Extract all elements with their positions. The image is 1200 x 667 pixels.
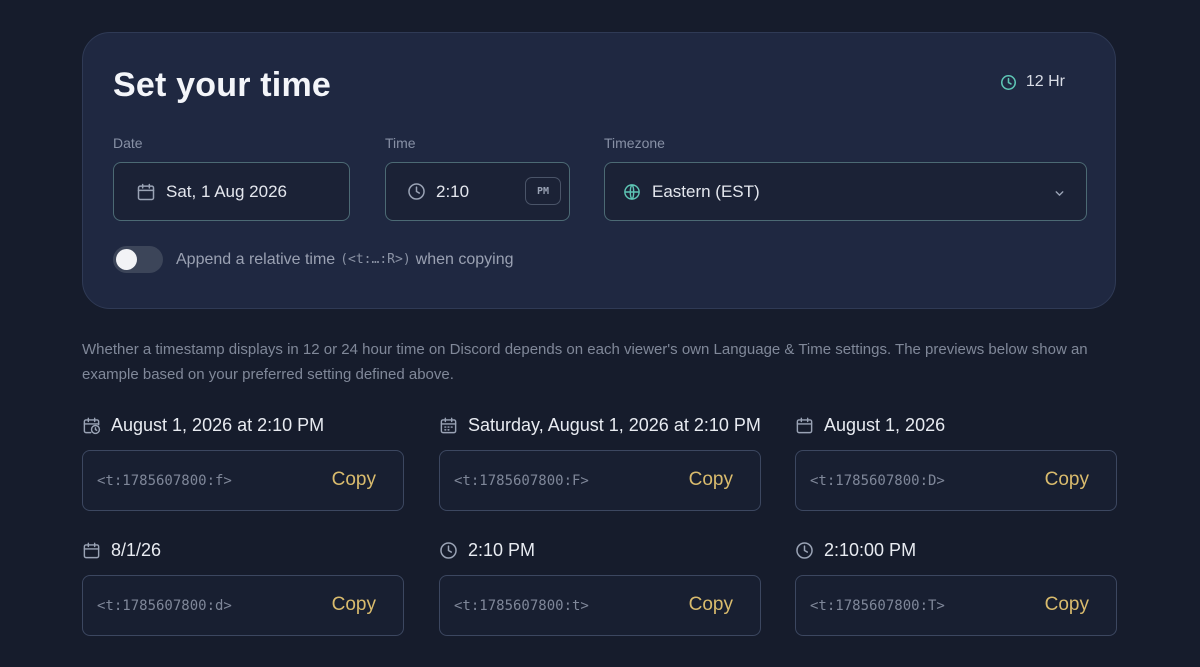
format-item: 2:10:00 PM <t:1785607800:T> Copy bbox=[795, 538, 1117, 636]
time-value: 2:10 bbox=[436, 181, 470, 201]
format-label: 2:10 PM bbox=[468, 539, 536, 560]
format-label: Saturday, August 1, 2026 at 2:10 PM bbox=[468, 414, 761, 435]
card-title: Set your time bbox=[113, 66, 331, 104]
clock-icon bbox=[407, 182, 426, 201]
copy-button[interactable]: Copy bbox=[689, 469, 733, 491]
relative-prefix: Append a relative time bbox=[176, 250, 336, 268]
format-code-box: <t:1785607800:t> Copy bbox=[439, 575, 761, 636]
format-code-box: <t:1785607800:T> Copy bbox=[795, 575, 1117, 636]
relative-code: (<t:…:R>) bbox=[340, 252, 411, 267]
date-label: Date bbox=[113, 135, 143, 151]
format-code-box: <t:1785607800:f> Copy bbox=[82, 450, 404, 511]
clock-icon bbox=[795, 541, 814, 560]
date-value: Sat, 1 Aug 2026 bbox=[166, 181, 287, 201]
timezone-label: Timezone bbox=[604, 135, 665, 151]
calendar-icon bbox=[795, 416, 814, 435]
format-label: 2:10:00 PM bbox=[824, 539, 917, 560]
format-code: <t:1785607800:D> bbox=[810, 472, 945, 489]
format-item: 2:10 PM <t:1785607800:t> Copy bbox=[439, 538, 761, 636]
format-code: <t:1785607800:d> bbox=[97, 597, 232, 614]
timezone-value: Eastern (EST) bbox=[652, 181, 760, 201]
format-item: August 1, 2026 at 2:10 PM <t:1785607800:… bbox=[82, 413, 404, 511]
format-label: 8/1/26 bbox=[111, 539, 162, 560]
calendar-icon bbox=[439, 416, 458, 435]
copy-button[interactable]: Copy bbox=[332, 469, 376, 491]
format-code: <t:1785607800:T> bbox=[810, 597, 945, 614]
relative-time-option: Append a relative time (<t:…:R>) when co… bbox=[113, 246, 514, 273]
format-label: August 1, 2026 at 2:10 PM bbox=[111, 414, 325, 435]
info-text: Whether a timestamp displays in 12 or 24… bbox=[82, 341, 1088, 383]
format-label: August 1, 2026 bbox=[824, 414, 946, 435]
time-label: Time bbox=[385, 135, 416, 151]
switch-knob bbox=[116, 249, 137, 270]
format-item: 8/1/26 <t:1785607800:d> Copy bbox=[82, 538, 404, 636]
format-code-box: <t:1785607800:d> Copy bbox=[82, 575, 404, 636]
format-item: Saturday, August 1, 2026 at 2:10 PM <t:1… bbox=[439, 413, 761, 511]
copy-button[interactable]: Copy bbox=[332, 594, 376, 616]
globe-icon bbox=[623, 183, 641, 201]
time-settings-card: Set your time 12 Hr Date Time Timezone S… bbox=[82, 32, 1116, 309]
hour-format-toggle[interactable]: 12 Hr bbox=[1000, 73, 1065, 91]
relative-suffix: when copying bbox=[415, 250, 514, 268]
format-code: <t:1785607800:t> bbox=[454, 597, 589, 614]
format-code: <t:1785607800:f> bbox=[97, 472, 232, 489]
chevron-down-icon bbox=[1053, 185, 1066, 205]
clock-icon bbox=[439, 541, 458, 560]
meridiem-toggle[interactable]: PM bbox=[525, 177, 561, 205]
time-picker[interactable]: 2:10 PM bbox=[385, 162, 570, 221]
calendar-clock-icon bbox=[82, 416, 101, 435]
copy-button[interactable]: Copy bbox=[1045, 469, 1089, 491]
timezone-select[interactable]: Eastern (EST) bbox=[604, 162, 1087, 221]
relative-time-switch[interactable] bbox=[113, 246, 163, 273]
copy-button[interactable]: Copy bbox=[1045, 594, 1089, 616]
copy-button[interactable]: Copy bbox=[689, 594, 733, 616]
calendar-icon bbox=[136, 182, 156, 202]
calendar-icon bbox=[82, 541, 101, 560]
format-code-box: <t:1785607800:F> Copy bbox=[439, 450, 761, 511]
date-picker[interactable]: Sat, 1 Aug 2026 bbox=[113, 162, 350, 221]
clock-icon bbox=[1000, 74, 1017, 91]
format-code: <t:1785607800:F> bbox=[454, 472, 589, 489]
format-item: August 1, 2026 <t:1785607800:D> Copy bbox=[795, 413, 1117, 511]
hour-format-label: 12 Hr bbox=[1025, 73, 1065, 90]
format-code-box: <t:1785607800:D> Copy bbox=[795, 450, 1117, 511]
